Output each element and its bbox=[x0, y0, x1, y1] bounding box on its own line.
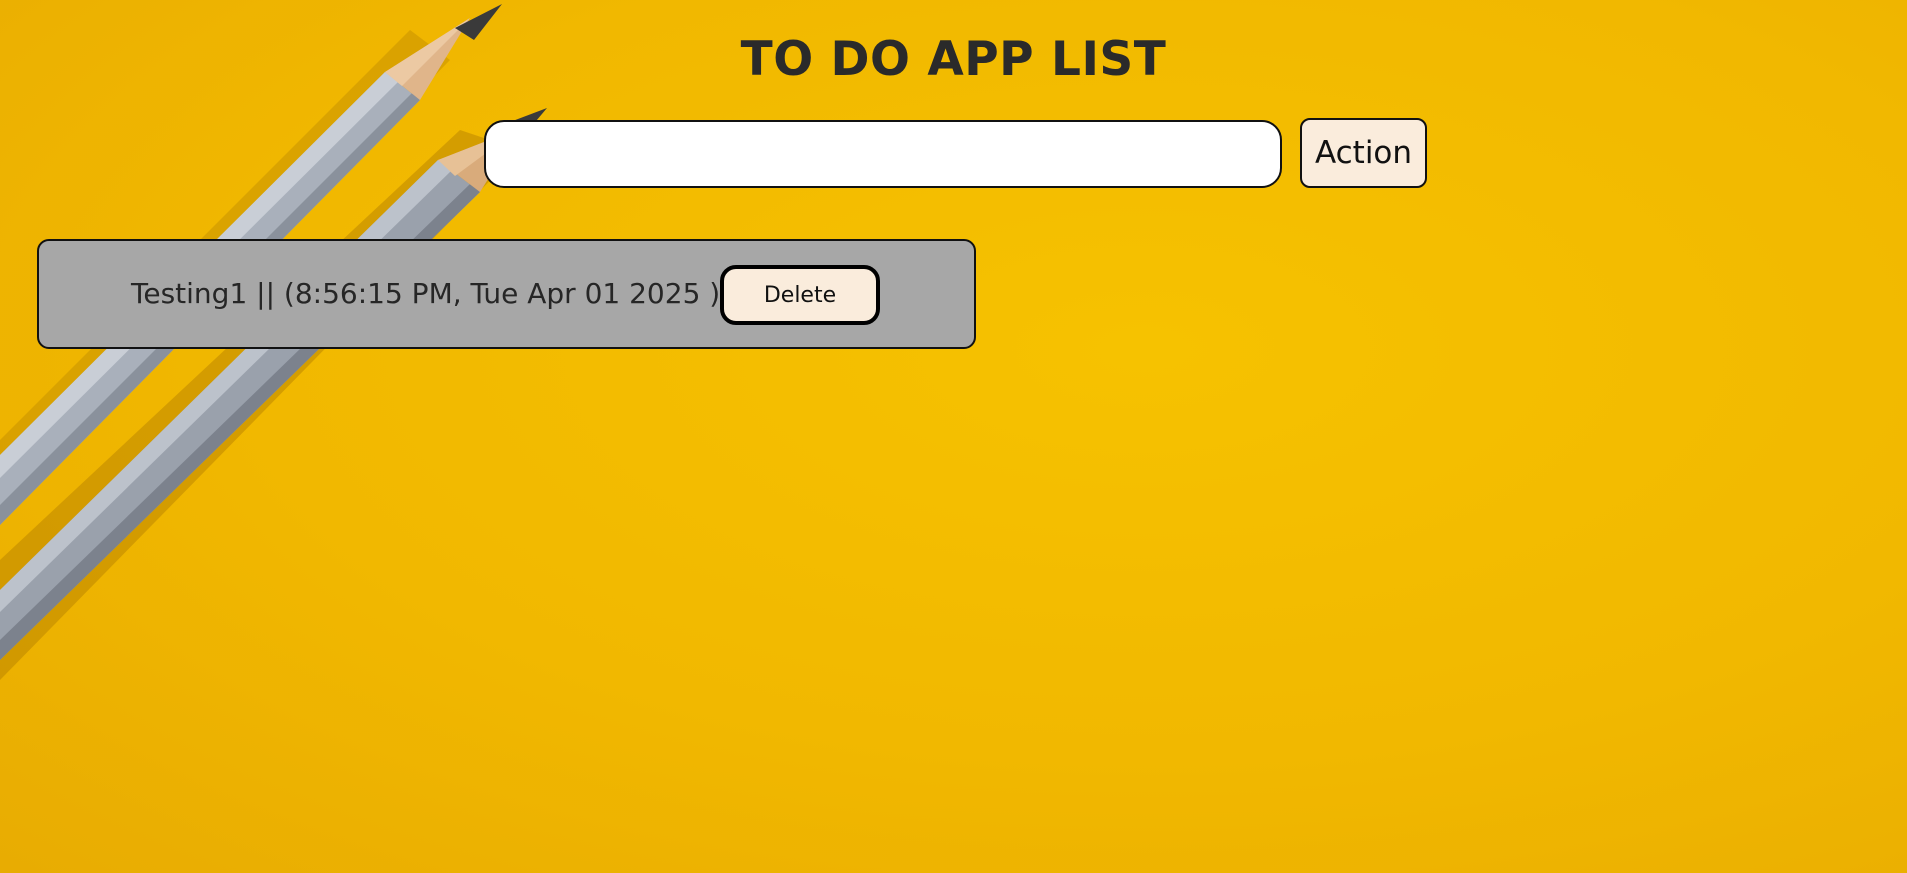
todo-item-text: Testing1 || (8:56:15 PM, Tue Apr 01 2025… bbox=[131, 277, 721, 310]
task-input[interactable] bbox=[484, 120, 1282, 188]
todo-item: Testing1 || (8:56:15 PM, Tue Apr 01 2025… bbox=[37, 239, 976, 349]
page-title: TO DO APP LIST bbox=[740, 32, 1167, 87]
action-button[interactable]: Action bbox=[1300, 118, 1427, 188]
delete-button[interactable]: Delete bbox=[720, 265, 880, 325]
